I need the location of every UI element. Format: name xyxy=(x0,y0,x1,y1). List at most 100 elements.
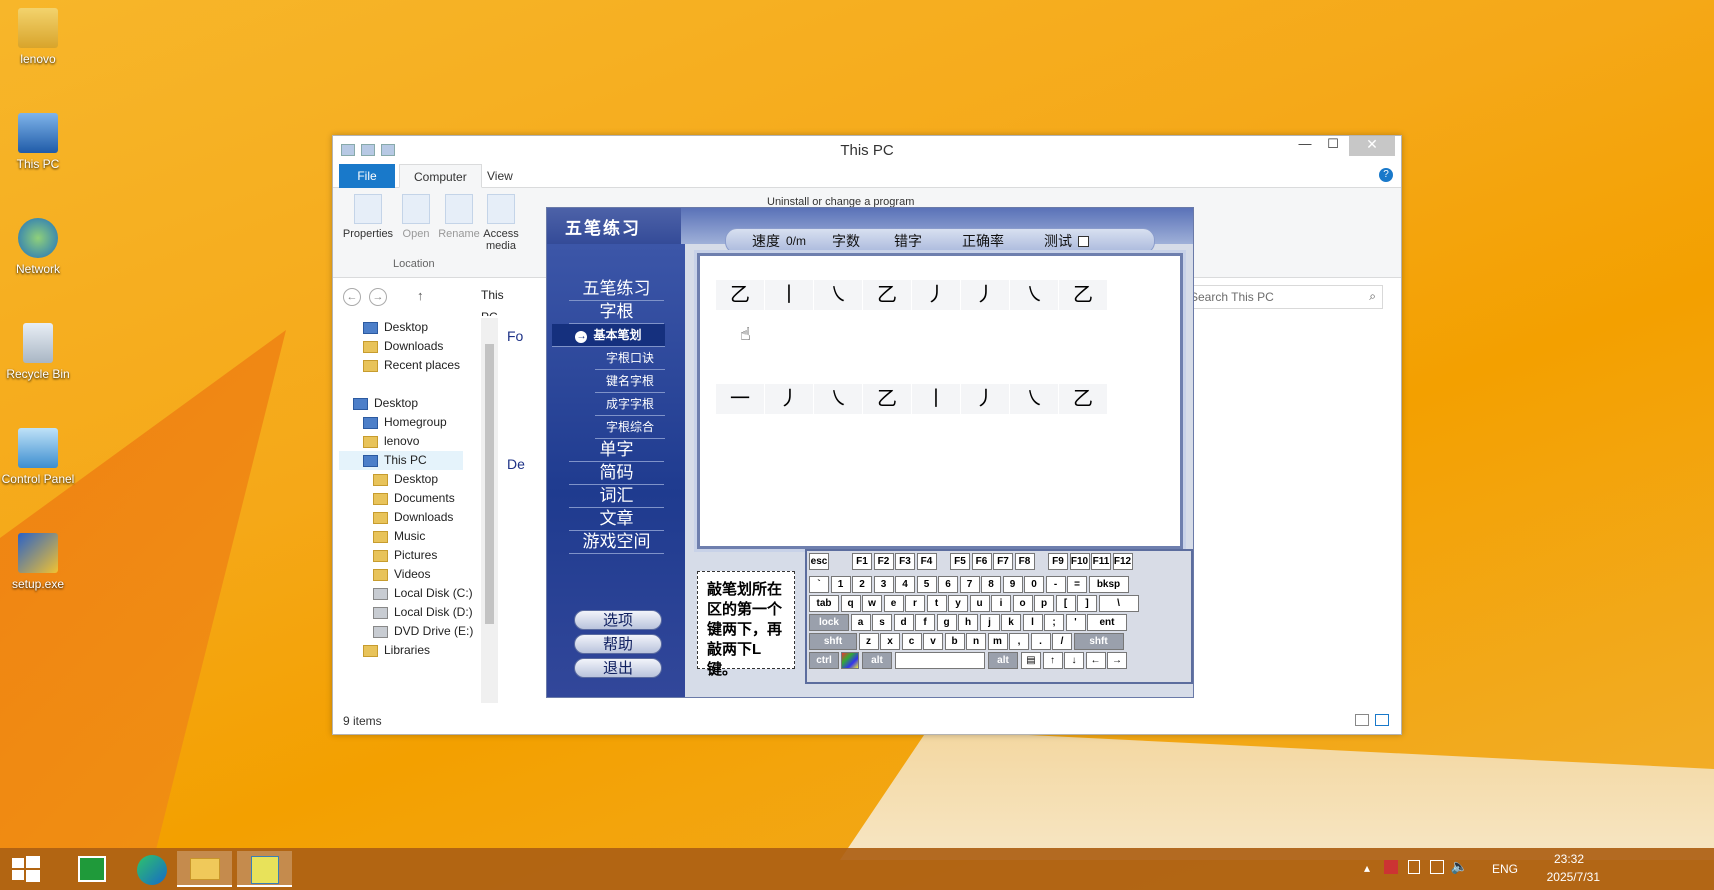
key[interactable]: k xyxy=(1001,614,1021,631)
key[interactable]: → xyxy=(1107,652,1127,669)
key[interactable]: w xyxy=(862,595,882,612)
key[interactable]: 6 xyxy=(938,576,958,593)
tab-computer[interactable]: Computer xyxy=(399,164,482,188)
key[interactable]: ; xyxy=(1044,614,1064,631)
device-icon[interactable] xyxy=(1408,860,1420,874)
back-button[interactable]: ← xyxy=(343,288,361,306)
key[interactable]: e xyxy=(883,595,904,612)
test-checkbox[interactable] xyxy=(1078,235,1090,247)
nav-this-pc[interactable]: This PC xyxy=(339,451,463,470)
key[interactable]: ← xyxy=(1085,652,1106,669)
store-icon[interactable] xyxy=(64,851,119,887)
nav-downloads[interactable]: Downloads xyxy=(363,337,443,356)
key[interactable]: n xyxy=(966,633,986,650)
nav-desktop[interactable]: Desktop xyxy=(363,318,428,337)
input-language[interactable]: ENG xyxy=(1492,862,1518,876)
key[interactable]: ▤ xyxy=(1021,652,1041,669)
key[interactable]: F12 xyxy=(1112,553,1133,570)
show-hidden-icons-icon[interactable]: ▴ xyxy=(1364,861,1370,875)
key[interactable]: s xyxy=(872,614,892,631)
nav-pictures[interactable]: Pictures xyxy=(373,546,437,565)
key[interactable]: u xyxy=(969,595,990,612)
key[interactable]: q xyxy=(840,595,861,612)
tab-file[interactable]: File xyxy=(339,164,395,188)
nav-scrollbar[interactable] xyxy=(481,318,498,703)
nav-homegroup[interactable]: Homegroup xyxy=(363,413,447,432)
key[interactable]: F8 xyxy=(1014,553,1035,570)
edge-icon[interactable] xyxy=(124,851,179,887)
key[interactable]: - xyxy=(1045,576,1066,593)
menu-char-radicals[interactable]: 成字字根 xyxy=(595,393,665,416)
options-button[interactable]: 选项 xyxy=(574,610,662,630)
key[interactable]: m xyxy=(987,633,1008,650)
nav-documents[interactable]: Documents xyxy=(373,489,455,508)
key[interactable]: h xyxy=(958,614,978,631)
access-media-button[interactable]: Access media xyxy=(479,194,523,252)
menu-wubi-practice[interactable]: 五笔练习 xyxy=(569,278,664,301)
key[interactable]: ] xyxy=(1077,595,1097,612)
key[interactable]: / xyxy=(1052,633,1072,650)
menu-short-code[interactable]: 简码 xyxy=(569,462,664,485)
key[interactable]: ctrl xyxy=(809,652,839,669)
menu-radicals[interactable]: 字根 xyxy=(569,301,664,324)
menu-radical-comprehensive[interactable]: 字根综合 xyxy=(595,416,665,439)
key[interactable]: ent xyxy=(1087,614,1127,631)
windows-key-icon[interactable] xyxy=(841,652,859,669)
desktop-icon-this-pc[interactable]: This PC xyxy=(0,113,76,171)
devices-group-header[interactable]: De xyxy=(507,456,525,472)
key[interactable]: v xyxy=(923,633,943,650)
key[interactable]: shft xyxy=(809,633,857,650)
menu-game-space[interactable]: 游戏空间 xyxy=(569,531,664,554)
desktop-icon-setup[interactable]: setup.exe xyxy=(0,533,76,591)
nav-disk-c[interactable]: Local Disk (C:) xyxy=(373,584,473,603)
clock-time[interactable]: 23:32 xyxy=(1554,852,1584,866)
desktop-icon-recycle-bin[interactable]: Recycle Bin xyxy=(0,323,76,381)
key[interactable]: tab xyxy=(809,595,839,612)
exit-button[interactable]: 退出 xyxy=(574,658,662,678)
menu-basic-strokes[interactable]: → 基本笔划 xyxy=(552,324,665,347)
menu-vocabulary[interactable]: 词汇 xyxy=(569,485,664,508)
key[interactable]: alt xyxy=(988,652,1018,669)
key[interactable]: j xyxy=(979,614,1000,631)
key[interactable]: lock xyxy=(809,614,849,631)
details-view-icon[interactable] xyxy=(1355,714,1369,726)
nav-libraries[interactable]: Libraries xyxy=(363,641,430,660)
menu-article[interactable]: 文章 xyxy=(569,508,664,531)
key[interactable]: 3 xyxy=(873,576,894,593)
nav-pc-desktop[interactable]: Desktop xyxy=(373,470,438,489)
key[interactable]: alt xyxy=(862,652,892,669)
key[interactable]: l xyxy=(1022,614,1043,631)
space-key[interactable] xyxy=(895,652,985,669)
scrollbar-thumb[interactable] xyxy=(485,344,494,624)
key[interactable]: 2 xyxy=(852,576,872,593)
key[interactable]: esc xyxy=(809,553,829,570)
properties-button[interactable]: Properties xyxy=(341,194,395,240)
key[interactable]: 1 xyxy=(830,576,851,593)
folders-group-header[interactable]: Fo xyxy=(507,328,523,344)
network-icon[interactable] xyxy=(1430,860,1444,874)
key[interactable]: b xyxy=(944,633,965,650)
key[interactable]: shft xyxy=(1073,633,1124,650)
key[interactable]: 9 xyxy=(1002,576,1023,593)
nav-music[interactable]: Music xyxy=(373,527,425,546)
key[interactable]: ↓ xyxy=(1064,652,1084,669)
key[interactable]: F10 xyxy=(1069,553,1090,570)
key[interactable]: F5 xyxy=(950,553,970,570)
key[interactable]: o xyxy=(1012,595,1033,612)
key[interactable]: . xyxy=(1030,633,1051,650)
key[interactable]: x xyxy=(880,633,900,650)
help-button[interactable]: 帮助 xyxy=(574,634,662,654)
nav-desktop-root[interactable]: Desktop xyxy=(353,394,418,413)
desktop-icon-lenovo[interactable]: lenovo xyxy=(0,8,76,66)
key[interactable]: i xyxy=(991,595,1011,612)
address-bar[interactable]: This PC xyxy=(447,284,507,324)
minimize-button[interactable]: — xyxy=(1291,136,1319,156)
key[interactable]: ` xyxy=(809,576,829,593)
key[interactable]: 5 xyxy=(916,576,937,593)
key[interactable]: F4 xyxy=(916,553,937,570)
nav-videos[interactable]: Videos xyxy=(373,565,430,584)
key[interactable]: F1 xyxy=(852,553,872,570)
key[interactable]: , xyxy=(1009,633,1029,650)
key[interactable]: ' xyxy=(1065,614,1086,631)
key[interactable]: F6 xyxy=(971,553,992,570)
